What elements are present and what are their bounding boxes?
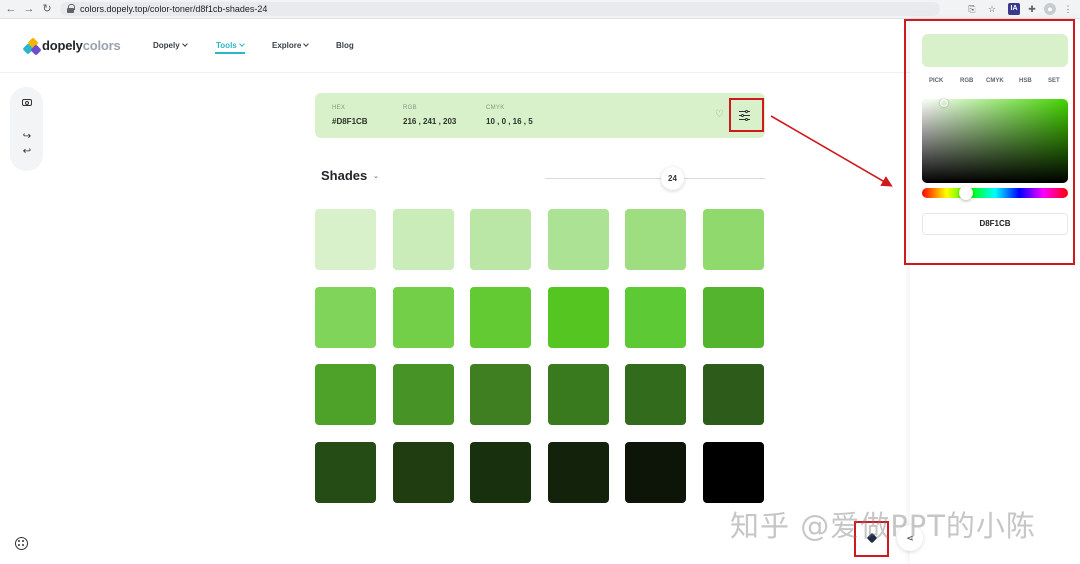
shade-swatch[interactable] — [315, 209, 376, 270]
camera-icon[interactable] — [21, 96, 33, 108]
star-icon[interactable]: ☆ — [986, 3, 998, 15]
shade-swatch[interactable] — [625, 286, 687, 348]
shade-swatch[interactable] — [703, 209, 764, 270]
reload-icon[interactable]: ↻ — [40, 2, 54, 16]
logo-wordmark: dopelycolors — [42, 38, 121, 53]
shades-dropdown[interactable]: Shades — [321, 168, 367, 183]
shade-swatch[interactable] — [703, 441, 764, 503]
shade-swatch[interactable] — [470, 209, 532, 270]
hex-value[interactable]: #D8F1CB — [332, 117, 368, 126]
puzzle-icon[interactable]: ✚ — [1026, 3, 1038, 15]
annotation-arrow — [770, 115, 893, 187]
shade-count-slider[interactable] — [545, 178, 765, 179]
shade-swatch[interactable] — [315, 364, 376, 426]
shade-swatch[interactable] — [547, 209, 609, 270]
logo-bold: dopely — [42, 38, 83, 53]
shade-swatch[interactable] — [470, 364, 532, 426]
shade-swatch[interactable] — [703, 286, 764, 348]
cmyk-value[interactable]: 10 , 0 , 16 , 5 — [486, 117, 533, 126]
chevron-down-icon — [238, 41, 245, 47]
shade-swatch[interactable] — [547, 441, 609, 503]
shade-swatch[interactable] — [547, 364, 609, 426]
shade-swatch[interactable] — [703, 364, 764, 426]
address-bar[interactable]: colors.dopely.top/color-toner/d8f1cb-sha… — [60, 2, 940, 16]
watermark: 知乎 @爱做PPT的小陈 — [730, 509, 1036, 543]
shade-swatch[interactable] — [315, 286, 376, 348]
undo-icon[interactable]: ↩ — [21, 146, 33, 158]
heart-icon[interactable]: ♡ — [715, 110, 724, 120]
nav-blog[interactable]: Blog — [336, 41, 354, 50]
rgb-value[interactable]: 216 , 241 , 203 — [403, 117, 456, 126]
shade-swatch[interactable] — [625, 441, 687, 503]
shade-swatch[interactable] — [470, 441, 532, 503]
hex-label: HEX — [332, 105, 346, 111]
nav-active-indicator — [215, 52, 245, 54]
nav-label: Explore — [272, 41, 302, 50]
nav-label: Blog — [336, 41, 354, 50]
logo-mark-icon — [22, 37, 42, 56]
browser-toolbar: ← → ↻ colors.dopely.top/color-toner/d8f1… — [0, 0, 1080, 19]
highlight-settings-box — [729, 98, 764, 132]
highlight-picker-box — [904, 19, 1075, 265]
color-info-bar: HEX #D8F1CB RGB 216 , 241 , 203 CMYK 10 … — [315, 93, 765, 138]
shade-swatch[interactable] — [625, 364, 687, 426]
left-toolbar: ↪ ↩ — [10, 87, 43, 171]
chevron-down-icon — [181, 41, 188, 47]
nav-dopely[interactable]: Dopely — [153, 41, 188, 50]
nav-label: Tools — [216, 41, 237, 50]
shade-swatch[interactable] — [547, 286, 609, 348]
shade-swatch[interactable] — [470, 286, 532, 348]
shade-swatch[interactable] — [315, 441, 376, 503]
cmyk-label: CMYK — [486, 105, 505, 111]
forward-arrow-icon[interactable]: → — [22, 2, 36, 16]
shade-swatch[interactable] — [392, 364, 454, 426]
shade-swatch[interactable] — [625, 209, 687, 270]
shade-swatch[interactable] — [392, 286, 454, 348]
lock-icon — [67, 4, 75, 13]
palette-icon[interactable] — [15, 537, 28, 550]
chevron-down-icon — [303, 41, 310, 47]
logo-light: colors — [82, 38, 121, 53]
chevron-down-icon[interactable]: ⌄ — [373, 172, 379, 180]
shade-swatch[interactable] — [392, 441, 454, 503]
nav-explore[interactable]: Explore — [272, 41, 310, 50]
nav-tools[interactable]: Tools — [216, 41, 245, 50]
rgb-label: RGB — [403, 105, 417, 111]
ia-extension-icon[interactable]: IA — [1008, 3, 1020, 15]
shade-count-thumb[interactable]: 24 — [661, 167, 684, 190]
redo-icon[interactable]: ↪ — [21, 131, 33, 143]
translate-icon[interactable]: ⎘ — [966, 3, 978, 15]
back-arrow-icon[interactable]: ← — [4, 2, 18, 16]
site-header: dopelycolors Dopely Tools Explore Blog — [0, 19, 910, 73]
shade-swatch[interactable] — [392, 209, 454, 270]
url-text[interactable]: colors.dopely.top/color-toner/d8f1cb-sha… — [80, 3, 267, 15]
nav-label: Dopely — [153, 41, 180, 50]
more-menu-icon[interactable]: ⋮ — [1062, 3, 1074, 15]
profile-icon[interactable]: ● — [1044, 3, 1056, 15]
